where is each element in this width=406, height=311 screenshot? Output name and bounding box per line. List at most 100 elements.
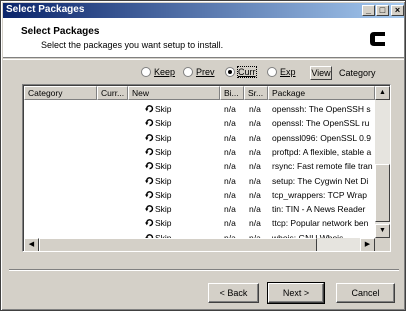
horizontal-scroll-thumb[interactable] [39, 238, 317, 251]
new-action-cell[interactable]: Skip [145, 218, 172, 228]
new-action-cell[interactable]: Skip [145, 161, 172, 171]
binary-cell[interactable]: n/a [224, 218, 236, 228]
table-row[interactable]: Skip n/a n/a openssl: The OpenSSL ru [23, 116, 375, 130]
radio-keep-label: Keep [154, 67, 176, 77]
page-subtitle: Select the packages you want setup to in… [41, 40, 224, 50]
binary-cell[interactable]: n/a [224, 161, 236, 171]
column-header-source[interactable]: Sr... [244, 86, 268, 100]
source-cell[interactable]: n/a [249, 218, 261, 228]
binary-cell[interactable]: n/a [224, 176, 236, 186]
package-cell: setup: The Cygwin Net Di [272, 175, 369, 186]
cancel-button[interactable]: Cancel [336, 283, 395, 303]
package-cell: ttcp: Popular network ben [272, 218, 369, 229]
bottom-divider [9, 269, 399, 271]
binary-cell[interactable]: n/a [224, 190, 236, 200]
scroll-left-icon[interactable]: ◀ [24, 238, 39, 251]
binary-cell[interactable]: n/a [224, 204, 236, 214]
table-row[interactable]: Skip n/a n/a proftpd: A flexible, stable a [23, 145, 375, 159]
new-action-label: Skip [155, 146, 172, 157]
cycle-icon [145, 147, 154, 156]
radio-prev[interactable]: Prev [183, 67, 215, 77]
scroll-down-icon[interactable]: ▼ [375, 224, 390, 238]
source-cell[interactable]: n/a [249, 204, 261, 214]
column-header-package[interactable]: Package [268, 86, 375, 100]
table-row[interactable]: Skip n/a n/a openssh: The OpenSSH s [23, 102, 375, 116]
new-action-cell[interactable]: Skip [145, 133, 172, 143]
binary-cell[interactable]: n/a [224, 147, 236, 157]
radio-curr[interactable]: Curr [225, 66, 257, 78]
cycle-icon [145, 162, 154, 170]
cygwin-logo-icon [370, 32, 385, 46]
table-row[interactable]: Skip n/a n/a rsync: Fast remote file tran [23, 159, 375, 173]
radio-prev-label: Prev [196, 67, 215, 77]
maximize-button[interactable]: □ [376, 5, 389, 16]
column-header-binary[interactable]: Bi... [220, 86, 244, 100]
new-action-cell[interactable]: Skip [145, 190, 172, 200]
minimize-button[interactable]: _ [362, 5, 375, 16]
column-header-category[interactable]: Category [24, 86, 97, 100]
source-cell[interactable]: n/a [249, 118, 261, 128]
table-row[interactable]: Skip n/a n/a ttcp: Popular network ben [23, 216, 375, 230]
close-button[interactable]: × [391, 5, 404, 16]
source-cell[interactable]: n/a [249, 104, 261, 114]
new-action-cell[interactable]: Skip [145, 118, 172, 128]
source-cell[interactable]: n/a [249, 176, 261, 186]
new-action-cell[interactable]: Skip [145, 204, 172, 214]
source-cell[interactable]: n/a [249, 147, 261, 157]
cycle-icon [145, 105, 154, 113]
table-row[interactable]: Skip n/a n/a tcp_wrappers: TCP Wrap [23, 188, 375, 202]
cycle-icon [145, 119, 154, 127]
new-action-label: Skip [155, 104, 172, 114]
package-cell: tcp_wrappers: TCP Wrap [272, 189, 367, 200]
package-cell: openssl096: OpenSSL 0.9 [272, 132, 371, 143]
source-cell[interactable]: n/a [249, 133, 261, 143]
radio-keep[interactable]: Keep [141, 67, 175, 77]
new-action-label: Skip [155, 218, 172, 229]
new-action-cell[interactable]: Skip [145, 104, 172, 114]
wizard-header: Select Packages Select the packages you … [3, 18, 404, 58]
package-cell: openssh: The OpenSSH s [272, 104, 371, 114]
window-title: Select Packages [6, 4, 85, 15]
page-title: Select Packages [21, 26, 100, 37]
package-list[interactable]: Category Curr... New Bi... Sr... Package… [22, 84, 391, 252]
title-bar[interactable]: Select Packages _ □ × [3, 3, 404, 18]
binary-cell[interactable]: n/a [224, 118, 236, 128]
scroll-up-icon[interactable]: ▲ [375, 86, 390, 100]
radio-curr-indicator[interactable] [225, 67, 235, 77]
source-cell[interactable]: n/a [249, 190, 261, 200]
column-header-new[interactable]: New [128, 86, 220, 100]
source-cell[interactable]: n/a [249, 161, 261, 171]
binary-cell[interactable]: n/a [224, 133, 236, 143]
binary-cell[interactable]: n/a [224, 104, 236, 114]
new-action-label: Skip [155, 189, 172, 200]
column-header-current[interactable]: Curr... [97, 86, 128, 100]
horizontal-scrollbar[interactable]: ◀ ▶ [24, 238, 375, 251]
new-action-label: Skip [155, 132, 172, 143]
table-row[interactable]: Skip n/a n/a setup: The Cygwin Net Di [23, 174, 375, 188]
package-cell: tin: TIN - A News Reader [272, 204, 366, 215]
new-action-label: Skip [155, 175, 172, 186]
back-button[interactable]: < Back [208, 283, 259, 303]
scroll-corner [375, 238, 390, 251]
vertical-scrollbar[interactable]: ▲ ▼ [375, 86, 390, 238]
scroll-right-icon[interactable]: ▶ [360, 238, 375, 251]
package-cell: openssl: The OpenSSL ru [272, 118, 370, 129]
new-action-cell[interactable]: Skip [145, 147, 172, 157]
table-row[interactable]: Skip n/a n/a openssl096: OpenSSL 0.9 [23, 131, 375, 145]
radio-exp[interactable]: Exp [267, 67, 296, 77]
cycle-icon [145, 133, 154, 141]
view-mode-label: Category [339, 68, 376, 78]
radio-keep-indicator[interactable] [141, 67, 151, 77]
cycle-icon [145, 205, 154, 213]
new-action-cell[interactable]: Skip [145, 176, 172, 186]
new-action-label: Skip [155, 204, 172, 215]
radio-curr-label: Curr [237, 66, 257, 78]
cycle-icon [145, 176, 154, 184]
radio-prev-indicator[interactable] [183, 67, 193, 77]
cycle-icon [145, 219, 154, 227]
radio-exp-indicator[interactable] [267, 67, 277, 77]
table-row[interactable]: Skip n/a n/a tin: TIN - A News Reader [23, 202, 375, 216]
vertical-scroll-thumb[interactable] [375, 164, 390, 222]
next-button[interactable]: Next > [267, 282, 325, 304]
view-button[interactable]: View [310, 66, 332, 80]
